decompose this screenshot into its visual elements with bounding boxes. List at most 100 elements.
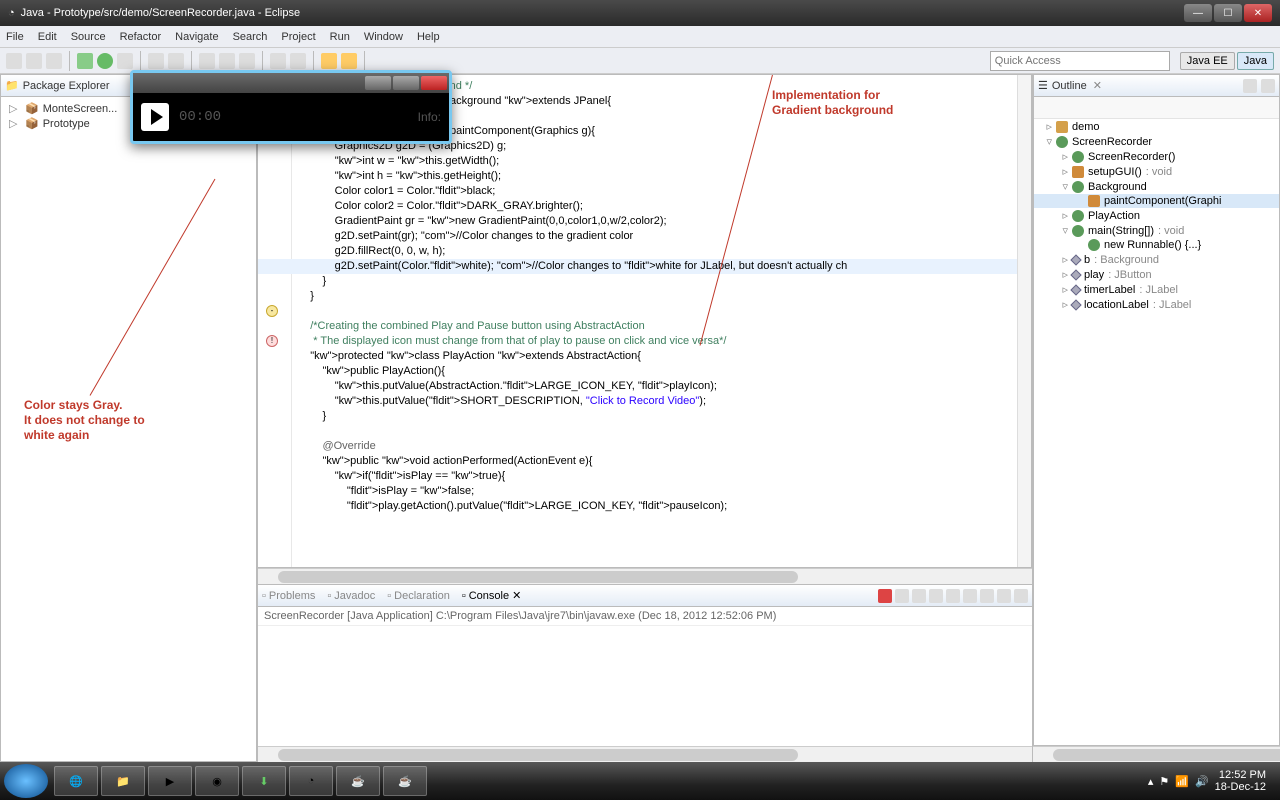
recorder-window[interactable]: 00:00 Info: [130,70,452,144]
menu-edit[interactable]: Edit [38,31,57,43]
outline-item[interactable]: ▹ScreenRecorder() [1034,149,1279,164]
console-terminate-button[interactable] [878,589,892,603]
outline-field-icon [1070,299,1081,310]
expand-icon[interactable]: ▷ [9,102,21,115]
perspective-java-ee[interactable]: Java EE [1180,52,1235,70]
perspective-java[interactable]: Java [1237,52,1274,70]
console-tab-declaration[interactable]: ▫Declaration [387,590,450,602]
start-button[interactable] [4,764,48,798]
package-explorer-body[interactable]: ▷📦MonteScreen...▷📦Prototype [1,97,256,761]
outline-tree[interactable]: ▹demo▿ScreenRecorder▹ScreenRecorder()▹se… [1034,119,1279,745]
outline-item[interactable]: ▿ScreenRecorder [1034,134,1279,149]
console-clear-button[interactable] [912,589,926,603]
console-tabs: ▫Problems ▫Javadoc ▫Declaration ▫Console ✕ [258,585,1032,607]
menu-project[interactable]: Project [281,31,315,43]
outline-min-button[interactable] [1243,79,1257,93]
tray-volume-icon[interactable]: 🔊 [1195,775,1209,788]
tab-icon: ▫ [262,590,266,602]
outline-close-tab[interactable]: ✕ [1093,79,1102,92]
taskbar-eclipse-icon[interactable]: ◔ [289,766,333,796]
taskbar-utorrent-icon[interactable]: ⬇ [242,766,286,796]
console-tab-javadoc[interactable]: ▫Javadoc [327,590,375,602]
outline-item[interactable]: ▹demo [1034,119,1279,134]
menu-source[interactable]: Source [71,31,106,43]
taskbar-ie-icon[interactable]: 🌐 [54,766,98,796]
console-scroll-button[interactable] [929,589,943,603]
outline-item[interactable]: ▹setupGUI() : void [1034,164,1279,179]
recorder-maximize-button[interactable] [393,76,419,90]
console-tab-problems[interactable]: ▫Problems [262,590,315,602]
back-button[interactable] [321,53,337,69]
editor-hscrollbar[interactable] [258,568,1032,584]
console-open-button[interactable] [980,589,994,603]
tab-icon: ▫ [387,590,391,602]
outline-item[interactable]: ▿main(String[]) : void [1034,223,1279,238]
tray-network-icon[interactable]: 📶 [1175,775,1189,788]
window-titlebar: ◔ Java - Prototype/src/demo/ScreenRecord… [0,0,1280,26]
tray-clock[interactable]: 12:52 PM 18-Dec-12 [1215,769,1266,793]
console-tab-console[interactable]: ▫Console ✕ [462,589,522,602]
outline-hscrollbar[interactable] [1033,746,1280,762]
outline-meth-priv-icon [1088,195,1100,207]
taskbar-explorer-icon[interactable]: 📁 [101,766,145,796]
quick-access-input[interactable] [990,51,1170,71]
outline-item[interactable]: ▹timerLabel : JLabel [1034,282,1279,297]
menu-refactor[interactable]: Refactor [120,31,162,43]
taskbar-java-icon[interactable]: ☕ [383,766,427,796]
close-button[interactable]: ✕ [1244,4,1272,22]
outline-item[interactable]: ▹PlayAction [1034,208,1279,223]
maximize-button[interactable]: ☐ [1214,4,1242,22]
tray-expand-icon[interactable]: ▴ [1148,775,1154,788]
run-ext-button[interactable] [117,53,133,69]
windows-taskbar[interactable]: 🌐 📁 ▶ ◉ ⬇ ◔ ☕ ☕ ▴ ⚑ 📶 🔊 12:52 PM 18-Dec-… [0,762,1280,800]
outline-item[interactable]: ▹b : Background [1034,252,1279,267]
forward-button[interactable] [341,53,357,69]
outline-item[interactable]: ▹locationLabel : JLabel [1034,297,1279,312]
tray-flag-icon[interactable]: ⚑ [1159,775,1169,788]
tab-icon: ▫ [462,590,466,602]
new-class-button[interactable] [168,53,184,69]
outline-max-button[interactable] [1261,79,1275,93]
project-icon: 📦 [25,102,39,115]
menu-file[interactable]: File [6,31,24,43]
console-min-button[interactable] [997,589,1011,603]
menu-navigate[interactable]: Navigate [175,31,218,43]
console-hscrollbar[interactable] [258,746,1032,762]
search-button[interactable] [219,53,235,69]
console-max-button[interactable] [1014,589,1028,603]
run-button[interactable] [97,53,113,69]
overview-ruler[interactable] [1017,75,1031,567]
outline-item[interactable]: ▿Background [1034,179,1279,194]
new-button[interactable] [6,53,22,69]
taskbar-chrome-icon[interactable]: ◉ [195,766,239,796]
save-button[interactable] [26,53,42,69]
outline-item[interactable]: paintComponent(Graphi [1034,194,1279,208]
minimize-button[interactable]: — [1184,4,1212,22]
console-body[interactable] [258,626,1032,746]
recorder-minimize-button[interactable] [365,76,391,90]
next-annotation-button[interactable] [290,53,306,69]
recorder-close-button[interactable] [421,76,447,90]
outline-item[interactable]: new Runnable() {...} [1034,238,1279,252]
prev-annotation-button[interactable] [270,53,286,69]
new-package-button[interactable] [148,53,164,69]
menu-window[interactable]: Window [364,31,403,43]
outline-field-icon [1070,284,1081,295]
console-display-button[interactable] [963,589,977,603]
debug-button[interactable] [77,53,93,69]
save-all-button[interactable] [46,53,62,69]
expand-icon[interactable]: ▷ [9,117,21,130]
play-button[interactable] [141,103,169,131]
taskbar-media-icon[interactable]: ▶ [148,766,192,796]
taskbar-javaee-icon[interactable]: ☕ [336,766,380,796]
open-type-button[interactable] [199,53,215,69]
editor-area[interactable]: - - - ! ient background */ "kw">protecte… [258,74,1032,568]
console-pin-button[interactable] [946,589,960,603]
toggle-mark-button[interactable] [239,53,255,69]
console-remove-button[interactable] [895,589,909,603]
menu-help[interactable]: Help [417,31,440,43]
recorder-info-label: Info: [418,110,441,124]
outline-item[interactable]: ▹play : JButton [1034,267,1279,282]
menu-run[interactable]: Run [330,31,350,43]
menu-search[interactable]: Search [233,31,268,43]
